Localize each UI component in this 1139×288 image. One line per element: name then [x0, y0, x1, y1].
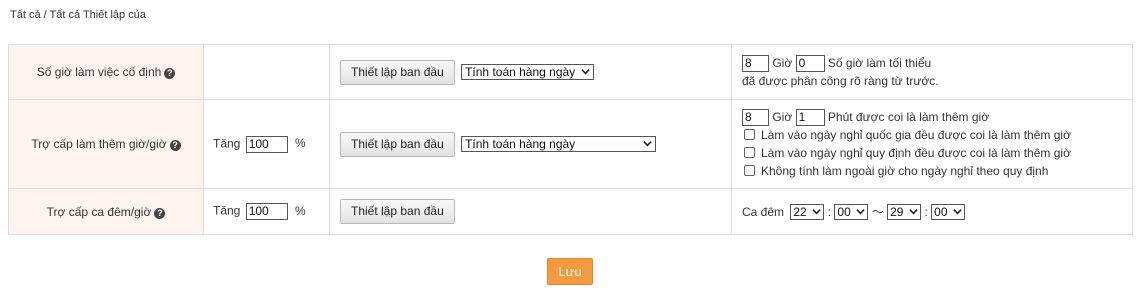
row-label: Số giờ làm việc cố định [36, 65, 162, 79]
holiday-overtime-checkbox[interactable] [744, 129, 755, 140]
chevron-down-icon [581, 69, 590, 75]
checkbox-row[interactable]: Làm vào ngày nghỉ quy định đều được coi … [742, 144, 1132, 162]
init-cell: Thiết lập ban đầu Tính toán hàng ngày [329, 99, 732, 189]
save-button[interactable]: Lưu [547, 258, 593, 285]
detail-cell: 8 Giờ 1 Phút được coi là làm thêm giờ Là… [731, 99, 1133, 189]
hours-unit: Giờ [772, 56, 793, 70]
calculation-select[interactable]: Tính toán hàng ngày [461, 136, 657, 152]
chevron-down-icon [643, 141, 652, 147]
initial-setup-button[interactable]: Thiết lập ban đầu [340, 59, 455, 85]
start-hour-value: 22 [793, 205, 807, 220]
range-separator: 〜 [871, 204, 884, 219]
hours-input[interactable]: 8 [742, 55, 769, 73]
rate-suffix: % [295, 203, 306, 218]
start-minute-value: 00 [837, 205, 851, 220]
rate-prefix: Tăng [213, 203, 241, 218]
assigned-text: đã được phân công rõ ràng từ trước. [742, 74, 939, 88]
exclude-holiday-overtime-checkbox[interactable] [744, 165, 755, 176]
min-hours-text: Số giờ làm tối thiểu [827, 56, 932, 70]
chevron-down-icon [909, 209, 918, 215]
label-cell: Số giờ làm việc cố định? [8, 44, 204, 100]
breadcrumb: Tất cả / Tất cả Thiết lập của [10, 9, 146, 21]
label-cell: Trợ cấp làm thêm giờ/giờ? [8, 99, 204, 189]
init-cell: Thiết lập ban đầu Tính toán hàng ngày [329, 44, 732, 100]
chevron-down-icon [856, 209, 866, 215]
hours-unit: Giờ [772, 110, 793, 124]
help-icon[interactable]: ? [164, 68, 176, 79]
row-label: Trợ cấp làm thêm giờ/giờ [31, 137, 167, 151]
time-colon: : [827, 204, 832, 219]
label-cell: Trợ cấp ca đêm/giờ? [8, 188, 204, 235]
rate-cell: Tăng 100 % [203, 99, 330, 189]
shift-label: Ca đêm [742, 204, 785, 219]
end-minute-select[interactable]: 00 [931, 204, 966, 221]
row-overtime: Trợ cấp làm thêm giờ/giờ? Tăng 100 % Thi… [8, 99, 1133, 189]
overtime-text: Phút được coi là làm thêm giờ [827, 110, 990, 124]
checkbox-row[interactable]: Làm vào ngày nghỉ quốc gia đều được coi … [742, 126, 1132, 144]
rate-input[interactable]: 100 [245, 135, 288, 153]
initial-setup-button[interactable]: Thiết lập ban đầu [340, 131, 455, 157]
rate-input[interactable]: 100 [245, 203, 288, 220]
minutes-input[interactable]: 0 [795, 55, 825, 73]
detail-cell: 8 Giờ 0 Số giờ làm tối thiểu đã được phâ… [731, 44, 1133, 100]
end-minute-value: 00 [934, 205, 948, 220]
checkbox-label: Không tính làm ngoài giờ cho ngày nghỉ t… [761, 164, 1049, 178]
end-hour-value: 29 [890, 205, 904, 220]
rate-prefix: Tăng [213, 136, 241, 151]
calculation-select[interactable]: Tính toán hàng ngày [461, 64, 595, 80]
chevron-down-icon [953, 209, 962, 215]
rate-suffix: % [295, 136, 306, 151]
settings-table: Số giờ làm việc cố định? Thiết lập ban đ… [8, 44, 1133, 235]
help-icon[interactable]: ? [154, 207, 166, 219]
checkbox-label: Làm vào ngày nghỉ quy định đều được coi … [761, 146, 1071, 160]
start-minute-select[interactable]: 00 [834, 204, 869, 221]
row-label: Trợ cấp ca đêm/giờ [46, 204, 152, 219]
detail-cell: Ca đêm 22 : 00 〜 29 : 00 [731, 188, 1133, 235]
start-hour-select[interactable]: 22 [790, 204, 825, 221]
time-colon: : [924, 204, 928, 219]
rate-cell: Tăng 100 % [203, 188, 330, 235]
minutes-input[interactable]: 1 [795, 109, 825, 127]
row-night-shift: Trợ cấp ca đêm/giờ? Tăng 100 % Thiết lập… [8, 188, 1133, 235]
regular-holiday-overtime-checkbox[interactable] [744, 147, 755, 158]
checkbox-label: Làm vào ngày nghỉ quốc gia đều được coi … [761, 128, 1071, 142]
row-fixed-hours: Số giờ làm việc cố định? Thiết lập ban đ… [8, 44, 1133, 100]
checkbox-row[interactable]: Không tính làm ngoài giờ cho ngày nghỉ t… [742, 162, 1132, 180]
help-icon[interactable]: ? [169, 140, 181, 151]
calculation-select-value: Tính toán hàng ngày [465, 137, 576, 151]
calculation-select-value: Tính toán hàng ngày [465, 65, 576, 79]
chevron-down-icon [812, 209, 822, 215]
init-cell: Thiết lập ban đầu [329, 188, 732, 235]
end-hour-select[interactable]: 29 [887, 204, 922, 221]
initial-setup-button[interactable]: Thiết lập ban đầu [340, 199, 455, 224]
hours-input[interactable]: 8 [742, 109, 769, 127]
rate-cell-empty [203, 44, 330, 100]
